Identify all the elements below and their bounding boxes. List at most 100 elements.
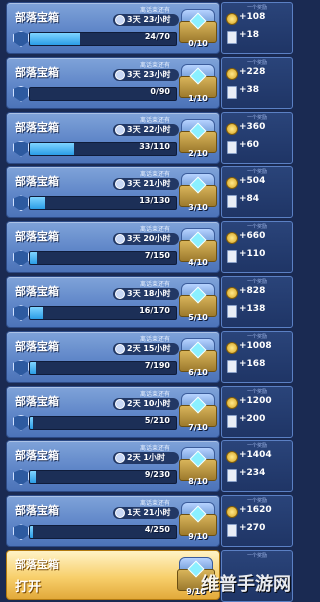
time-label: 离话束还有 bbox=[139, 335, 170, 343]
progress-fill bbox=[30, 307, 44, 319]
progress-bar: 16/170 bbox=[29, 306, 177, 320]
chest-card[interactable]: 部落宝箱 33/110 离话束还有 3天 22小时 2/10 bbox=[6, 111, 220, 164]
reward-panel: 一个奖励 +828 +138 bbox=[221, 276, 293, 328]
chest-count: 7/10 bbox=[188, 422, 208, 432]
timer: 3天 21小时 bbox=[113, 178, 179, 191]
shield-icon bbox=[13, 195, 29, 212]
chest-card[interactable]: 部落宝箱 5/210 离话束还有 2天 10小时 7/10 bbox=[6, 385, 220, 438]
time-label: 离话束还有 bbox=[139, 445, 170, 453]
chest-title: 部落宝箱 bbox=[15, 175, 59, 189]
reward-panel: 一个奖励 +1008 +168 bbox=[221, 330, 293, 383]
reward-header: 一个奖励 bbox=[246, 333, 267, 340]
gold-icon bbox=[226, 287, 238, 299]
gold-amount: +504 bbox=[239, 176, 266, 187]
progress-bar: 0/90 bbox=[29, 86, 177, 101]
reward-header: 一个奖励 bbox=[246, 279, 267, 285]
chest-icon: 1/10 bbox=[177, 63, 217, 103]
time-label: 离话束还有 bbox=[139, 390, 170, 398]
clock-icon bbox=[115, 453, 125, 464]
open-chest-row[interactable]: 部落宝箱 打开 9/10 一个奖励 维普手游网 bbox=[0, 548, 297, 602]
card-icon bbox=[227, 195, 237, 209]
time-label: 离话束还有 bbox=[139, 281, 170, 288]
gold-icon bbox=[226, 451, 238, 464]
card-icon bbox=[227, 524, 237, 538]
chest-row[interactable]: 部落宝箱 7/150 离话束还有 3天 20小时 4/10 一个奖励 +660 bbox=[0, 219, 297, 274]
chest-row[interactable]: 部落宝箱 33/110 离话束还有 3天 22小时 2/10 一个奖励 +360 bbox=[0, 110, 297, 164]
chest-count: 1/10 bbox=[188, 93, 208, 103]
chest-card[interactable]: 部落宝箱 7/150 离话束还有 3天 20小时 4/10 bbox=[6, 221, 220, 274]
progress-text: 9/230 bbox=[144, 470, 170, 480]
chest-card[interactable]: 部落宝箱 24/70 离话束还有 3天 23小时 0/10 bbox=[6, 2, 220, 54]
chest-icon: 3/10 bbox=[177, 173, 217, 212]
gold-icon bbox=[226, 396, 238, 409]
clock-icon bbox=[115, 179, 125, 190]
reward-panel: 一个奖励 +228 +38 bbox=[221, 56, 293, 109]
reward-panel: 一个奖励 +108 +18 bbox=[221, 2, 293, 54]
open-chest-card[interactable]: 部落宝箱 打开 9/10 bbox=[6, 550, 220, 600]
chest-card[interactable]: 部落宝箱 0/90 离话束还有 3天 23小时 1/10 bbox=[6, 56, 220, 109]
reward-panel: 一个奖励 +1620 +270 bbox=[221, 495, 293, 548]
open-button[interactable]: 打开 bbox=[15, 576, 41, 595]
shield-icon bbox=[13, 414, 29, 431]
reward-header: 一个奖励 bbox=[246, 224, 267, 231]
chest-row[interactable]: 部落宝箱 16/170 离话束还有 3天 18小时 5/10 一个奖励 +828 bbox=[0, 274, 297, 328]
card-icon bbox=[227, 140, 237, 154]
progress-bar: 33/110 bbox=[29, 141, 177, 156]
clock-icon bbox=[115, 124, 125, 135]
card-icon bbox=[227, 469, 237, 483]
shield-icon bbox=[13, 140, 29, 157]
progress-fill bbox=[30, 252, 38, 265]
clock-icon bbox=[115, 234, 125, 245]
shield-icon bbox=[13, 359, 29, 376]
shield-icon bbox=[13, 524, 29, 541]
time-label: 离话束还有 bbox=[139, 171, 170, 179]
chest-icon: 6/10 bbox=[177, 337, 217, 377]
chest-row[interactable]: 部落宝箱 5/210 离话束还有 2天 10小时 7/10 一个奖励 +1200 bbox=[0, 384, 297, 438]
chest-count: 6/10 bbox=[188, 367, 208, 377]
chest-card[interactable]: 部落宝箱 9/230 离话束还有 2天 1小时 8/10 bbox=[6, 440, 220, 493]
progress-bar: 24/70 bbox=[29, 32, 177, 46]
card-icon bbox=[227, 359, 237, 373]
time-text: 2天 15小时 bbox=[127, 343, 171, 353]
chest-count: 4/10 bbox=[188, 258, 208, 268]
chest-row[interactable]: 部落宝箱 13/130 离话束还有 3天 21小时 3/10 一个奖励 +504 bbox=[0, 164, 297, 219]
progress-bar: 5/210 bbox=[29, 415, 177, 430]
time-text: 3天 22小时 bbox=[127, 124, 171, 134]
chest-card[interactable]: 部落宝箱 7/190 离话束还有 2天 15小时 6/10 bbox=[6, 330, 220, 383]
progress-text: 5/210 bbox=[144, 415, 170, 425]
gold-amount: +360 bbox=[239, 121, 266, 132]
chest-icon: 5/10 bbox=[177, 283, 217, 322]
chest-row[interactable]: 部落宝箱 0/90 离话束还有 3天 23小时 1/10 一个奖励 +228 +… bbox=[0, 55, 297, 109]
progress-bar: 9/230 bbox=[29, 470, 177, 485]
reward-header: 一个奖励 bbox=[246, 169, 267, 176]
chest-icon: 9/10 bbox=[177, 502, 217, 541]
chest-card[interactable]: 部落宝箱 13/130 离话束还有 3天 21小时 3/10 bbox=[6, 166, 220, 219]
shield-icon bbox=[13, 31, 29, 47]
progress-fill bbox=[30, 197, 45, 210]
chest-count: 3/10 bbox=[188, 203, 208, 213]
chest-row[interactable]: 部落宝箱 24/70 离话束还有 3天 23小时 0/10 一个奖励 +108 bbox=[0, 0, 297, 54]
chest-icon: 8/10 bbox=[177, 447, 217, 486]
time-text: 3天 18小时 bbox=[127, 289, 171, 298]
card-amount: +168 bbox=[239, 358, 266, 369]
card-icon bbox=[227, 31, 237, 44]
time-label: 离话束还有 bbox=[139, 116, 170, 124]
chest-card[interactable]: 部落宝箱 4/250 离话束还有 1天 21小时 9/10 bbox=[6, 495, 220, 548]
clock-icon bbox=[115, 289, 125, 299]
gold-amount: +1620 bbox=[239, 505, 272, 516]
chest-card[interactable]: 部落宝箱 16/170 离话束还有 3天 18小时 5/10 bbox=[6, 276, 220, 328]
chest-row[interactable]: 部落宝箱 4/250 离话束还有 1天 21小时 9/10 一个奖励 +1620 bbox=[0, 493, 297, 548]
chest-icon: 2/10 bbox=[177, 118, 217, 158]
card-amount: +84 bbox=[239, 194, 260, 205]
timer: 3天 23小时 bbox=[113, 14, 179, 26]
progress-text: 33/110 bbox=[139, 141, 170, 151]
chest-row[interactable]: 部落宝箱 7/190 离话束还有 2天 15小时 6/10 一个奖励 +1008 bbox=[0, 329, 297, 383]
card-amount: +38 bbox=[239, 84, 260, 95]
clock-icon bbox=[115, 508, 125, 519]
clock-icon bbox=[115, 343, 125, 354]
reward-header: 一个奖励 bbox=[246, 59, 267, 66]
chest-row[interactable]: 部落宝箱 9/230 离话束还有 2天 1小时 8/10 一个奖励 +1404 bbox=[0, 438, 297, 493]
gold-amount: +228 bbox=[239, 66, 266, 77]
reward-header: 一个奖励 bbox=[246, 498, 267, 505]
card-amount: +270 bbox=[239, 523, 266, 534]
